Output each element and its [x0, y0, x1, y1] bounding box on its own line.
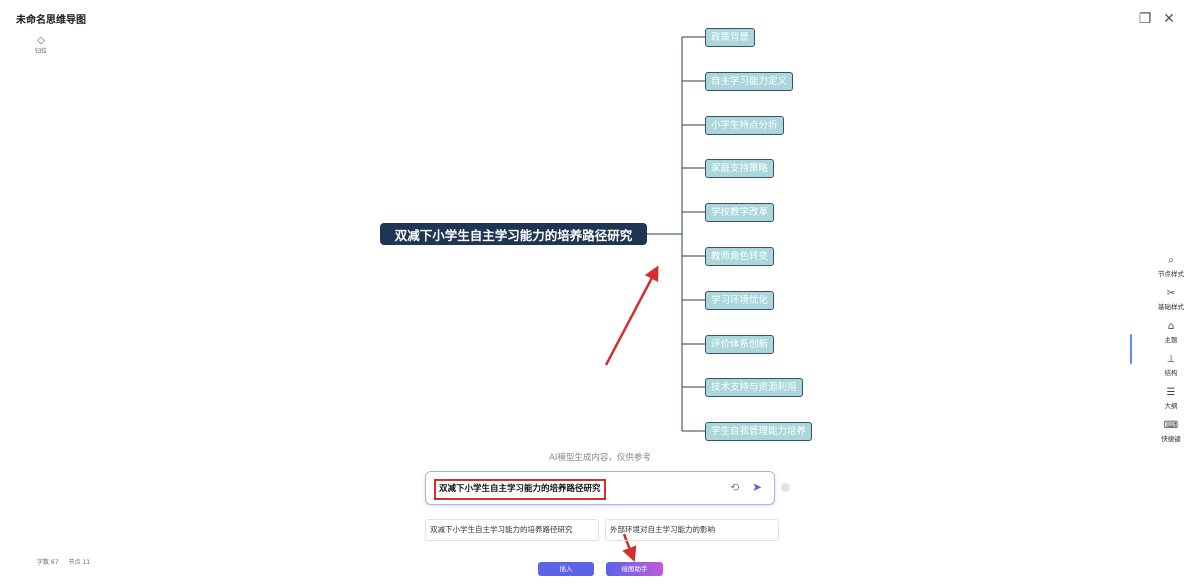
mindmap-child-node[interactable]: 学生自我管理能力培养 — [705, 422, 813, 441]
side-panel-label: 结构 — [1164, 369, 1178, 377]
mindmap-child-node[interactable]: 学习环境优化 — [705, 291, 775, 310]
mindmap-child-node[interactable]: 自主学习能力定义 — [705, 72, 794, 91]
keyboard-icon: ⌨ — [1163, 420, 1179, 431]
suggestion-item[interactable]: 双减下小学生自主学习能力的培养路径研究 — [425, 519, 599, 541]
prompt-input[interactable]: 双减下小学生自主学习能力的培养路径研究 — [434, 479, 606, 500]
mindmap-child-node[interactable]: 小学生特点分析 — [705, 116, 784, 135]
side-panel-item[interactable]: ✂ 基础样式 — [1142, 288, 1200, 311]
char-count: 字数 67 — [37, 559, 59, 566]
side-panel-item[interactable]: ⌨ 快捷键 — [1142, 420, 1200, 443]
structure-icon: ⊥ — [1166, 354, 1176, 365]
mindmap-child-node[interactable]: 评价体系创新 — [705, 335, 775, 354]
panel-scroll-indicator[interactable] — [1130, 334, 1132, 364]
mindmap-child-node[interactable]: 家庭支持策略 — [705, 159, 775, 178]
mindmap-child-node[interactable]: 教师角色转变 — [705, 247, 775, 266]
mindmap-child-node[interactable]: 学校教学改革 — [705, 203, 775, 222]
suggestion-item[interactable]: 外部环境对自主学习能力的影响 — [605, 519, 779, 541]
tools-icon: ✂ — [1166, 288, 1176, 299]
side-panel-label: 节点样式 — [1158, 270, 1184, 278]
mindmap-child-node[interactable]: 政策背景 — [705, 28, 756, 47]
clear-icon[interactable] — [781, 483, 790, 492]
drawing-assistant-button[interactable]: 绘图助手 — [606, 562, 663, 576]
node-count: 节点 11 — [68, 559, 91, 566]
mindmap-root-node[interactable]: 双减下小学生自主学习能力的培养路径研究 — [380, 223, 647, 245]
side-panel-label: 快捷键 — [1161, 435, 1181, 443]
right-side-panel: ⌕ 节点样式 ✂ 基础样式 ⌂ 主题 ⊥ 结构 ☰ 大纲 ⌨ 快捷键 — [1130, 252, 1200, 448]
side-panel-item[interactable]: ⌕ 节点样式 — [1142, 255, 1200, 278]
shirt-icon: ⌂ — [1167, 321, 1175, 332]
prompt-input-box[interactable]: 双减下小学生自主学习能力的培养路径研究 ⟲ ➤ — [425, 471, 775, 505]
outline-icon: ☰ — [1166, 387, 1176, 398]
send-icon[interactable]: ➤ — [752, 480, 762, 494]
mindmap-child-node[interactable]: 技术支持与资源利用 — [705, 378, 803, 397]
side-panel-item[interactable]: ⌂ 主题 — [1142, 321, 1200, 344]
side-panel-item[interactable]: ☰ 大纲 — [1142, 387, 1200, 410]
history-icon[interactable]: ⟲ — [730, 481, 739, 494]
ai-disclaimer: AI模型生成内容，仅供参考 — [549, 453, 651, 463]
side-panel-item[interactable]: ⊥ 结构 — [1142, 354, 1200, 377]
side-panel-label: 大纲 — [1164, 402, 1178, 410]
stats-bar: 字数 67 节点 11 — [37, 557, 98, 566]
brush-icon: ⌕ — [1168, 255, 1174, 266]
insert-button[interactable]: 插入 — [538, 562, 594, 576]
side-panel-label: 基础样式 — [1158, 303, 1184, 311]
side-panel-label: 主题 — [1164, 336, 1178, 344]
